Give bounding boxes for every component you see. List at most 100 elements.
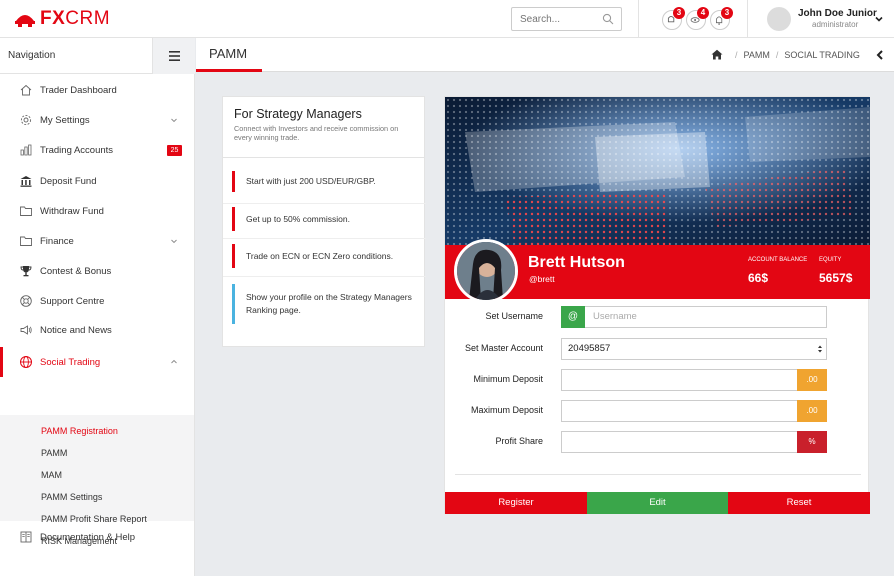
lifebuoy-icon: [20, 295, 32, 307]
logo[interactable]: FXCRM: [14, 8, 110, 30]
at-prefix: @: [561, 306, 585, 328]
sidebar-item-trading-accounts[interactable]: Trading Accounts 25: [0, 135, 194, 165]
profit-share-input[interactable]: [561, 431, 827, 453]
max-deposit-input[interactable]: [561, 400, 827, 422]
sidebar-item-label: Documentation & Help: [40, 531, 136, 543]
sidebar-item-label: Deposit Fund: [40, 175, 97, 187]
chevron-down-icon: [171, 239, 177, 244]
hamburger-icon[interactable]: [169, 51, 180, 61]
submenu-item-pamm-settings[interactable]: PAMM Settings: [41, 492, 102, 502]
sidebar: Navigation Trader Dashboard My Settings …: [0, 38, 195, 576]
username-row: Set Username @ Username: [445, 306, 870, 328]
breadcrumb-separator: /: [775, 49, 779, 60]
divider: [747, 0, 748, 38]
profit-share-row: Profit Share %: [445, 431, 870, 453]
benefit-item: Show your profile on the Strategy Manage…: [232, 284, 416, 324]
menu-toggle[interactable]: [152, 38, 195, 74]
sidebar-item-label: Withdraw Fund: [40, 205, 104, 217]
folder-icon: [20, 236, 32, 246]
breadcrumb-item-social-trading[interactable]: SOCIAL TRADING: [784, 50, 860, 60]
submenu-item-pamm[interactable]: PAMM: [41, 448, 67, 458]
reset-button[interactable]: Reset: [728, 492, 870, 514]
master-account-row: Set Master Account 20495857: [445, 338, 870, 360]
notification-button[interactable]: 3: [662, 7, 685, 30]
submenu-item-pamm-registration[interactable]: PAMM Registration: [41, 426, 118, 436]
page-title: PAMM: [209, 46, 248, 61]
search-icon[interactable]: [602, 13, 614, 25]
profile-avatar[interactable]: [454, 239, 518, 303]
sidebar-item-documentation[interactable]: Documentation & Help: [0, 522, 194, 552]
user-role: administrator: [812, 20, 859, 29]
sidebar-item-withdraw-fund[interactable]: Withdraw Fund: [0, 196, 194, 226]
globe-icon: [20, 356, 32, 368]
search-box[interactable]: [511, 7, 622, 31]
sidebar-item-label: Trading Accounts: [40, 144, 114, 156]
views-badge: 4: [697, 7, 709, 19]
register-button[interactable]: Register: [445, 492, 587, 514]
breadcrumb-item-pamm[interactable]: PAMM: [744, 50, 770, 60]
edit-button[interactable]: Edit: [587, 492, 728, 514]
divider: [455, 474, 861, 475]
sidebar-item-label: Contest & Bonus: [40, 265, 112, 277]
book-icon: [20, 531, 32, 543]
alerts-button[interactable]: 3: [710, 7, 733, 30]
master-account-select[interactable]: 20495857: [561, 338, 827, 360]
min-deposit-suffix: .00: [797, 369, 827, 391]
master-account-label: Set Master Account: [464, 343, 543, 353]
sidebar-item-social-trading[interactable]: Social Trading: [0, 347, 194, 377]
logo-icon: [15, 15, 35, 27]
sidebar-item-support-centre[interactable]: Support Centre: [0, 286, 194, 316]
bank-icon: [20, 176, 32, 187]
profit-share-label: Profit Share: [495, 436, 543, 446]
divider: [223, 203, 426, 204]
top-bar: FXCRM 3 4 3 John Doe Junior administrato…: [0, 0, 894, 38]
max-deposit-label: Maximum Deposit: [470, 405, 543, 415]
benefit-item: Start with just 200 USD/EUR/GBP.: [232, 171, 416, 192]
sidebar-item-trader-dashboard[interactable]: Trader Dashboard: [0, 75, 194, 105]
sidebar-item-my-settings[interactable]: My Settings: [0, 105, 194, 135]
avatar[interactable]: [767, 7, 791, 31]
sidebar-item-label: Finance: [40, 235, 74, 247]
sidebar-item-deposit-fund[interactable]: Deposit Fund: [0, 166, 194, 196]
banner-image: [445, 97, 870, 245]
account-balance-label: ACCOUNT BALANCE: [748, 257, 808, 263]
min-deposit-input[interactable]: [561, 369, 827, 391]
submenu-item-mam[interactable]: MAM: [41, 470, 62, 480]
notification-badge: 3: [673, 7, 685, 19]
chevron-down-icon[interactable]: [874, 14, 884, 24]
trophy-icon: [20, 266, 32, 277]
sidebar-item-label: Trader Dashboard: [40, 84, 117, 96]
panel-title: For Strategy Managers: [234, 107, 362, 121]
sidebar-item-notice-news[interactable]: Notice and News: [0, 315, 194, 345]
username-label: Set Username: [485, 311, 543, 321]
divider: [223, 238, 426, 239]
search-input[interactable]: [512, 8, 592, 30]
equity-value: 5657$: [819, 271, 853, 285]
nav-title: Navigation: [8, 50, 56, 61]
strategy-managers-panel: For Strategy Managers Connect with Inves…: [222, 96, 426, 347]
logo-crm: CRM: [65, 8, 111, 29]
count-badge: 25: [167, 144, 182, 156]
sidebar-item-label: My Settings: [40, 114, 90, 126]
breadcrumb-separator: /: [735, 49, 738, 60]
home-icon: [20, 84, 32, 96]
home-icon[interactable]: [711, 49, 723, 60]
min-deposit-label: Minimum Deposit: [473, 374, 543, 384]
chevron-up-icon: [171, 359, 177, 364]
sidebar-item-finance[interactable]: Finance: [0, 226, 194, 256]
bar-chart-icon: [20, 144, 32, 156]
chevron-left-icon[interactable]: [876, 50, 884, 60]
username-input[interactable]: Username: [585, 306, 827, 328]
views-button[interactable]: 4: [686, 7, 709, 30]
max-deposit-suffix: .00: [797, 400, 827, 422]
profile-name: Brett Hutson: [528, 254, 625, 271]
megaphone-icon: [20, 325, 32, 335]
sidebar-item-contest-bonus[interactable]: Contest & Bonus: [0, 256, 194, 286]
folder-icon: [20, 206, 32, 216]
user-name[interactable]: John Doe Junior: [798, 8, 877, 19]
chevron-down-icon: [171, 118, 177, 123]
equity-label: EQUITY: [819, 257, 842, 263]
breadcrumb: / PAMM / SOCIAL TRADING: [711, 49, 860, 60]
sidebar-item-label: Social Trading: [40, 356, 101, 368]
sidebar-item-label: Notice and News: [40, 324, 112, 336]
